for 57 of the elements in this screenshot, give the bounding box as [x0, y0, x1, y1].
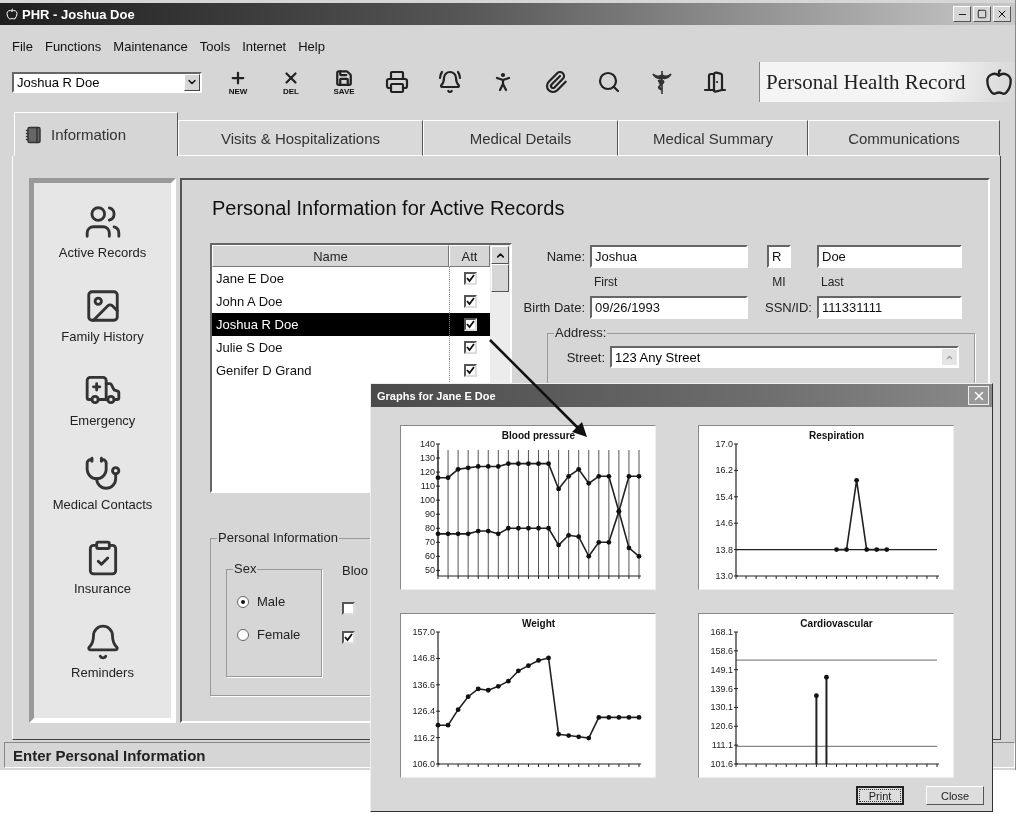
field-label: SSN/ID: [764, 300, 813, 315]
axis-tick-label: 168.1 [710, 627, 733, 637]
axis-tick-label: 140 [419, 439, 435, 449]
chart-title: Weight [521, 618, 556, 629]
option-label: Female [257, 627, 301, 642]
axis-tick-label: 16.2 [715, 465, 733, 476]
window-title: PHR - Joshua Doe [22, 6, 135, 22]
group-label: Personal Information [217, 530, 339, 545]
axis-tick-label: 13.8 [715, 544, 733, 555]
axis-tick-label: 17.0 [715, 439, 733, 449]
field-caption: MI [771, 275, 787, 289]
axis-tick-label: 136.6 [412, 679, 435, 690]
page-heading: Personal Information for Active Records [212, 196, 566, 220]
axis-tick-label: 14.6 [715, 518, 733, 529]
axis-tick-label: 120.6 [710, 721, 733, 732]
record-name: Jane E Doe [215, 271, 284, 286]
axis-tick-label: 158.6 [710, 645, 733, 656]
chart-title: Respiration [809, 430, 864, 441]
field-label: Name: [545, 249, 586, 264]
axis-tick-label: 130.1 [710, 702, 733, 713]
field-caption: Last [820, 275, 845, 289]
axis-tick-label: 149.1 [710, 664, 733, 675]
group-label: Bloo [342, 563, 369, 578]
axis-tick-label: 13.0 [715, 571, 733, 581]
axis-tick-label: 70 [425, 537, 435, 548]
record-name: John A Doe [215, 294, 283, 309]
brand-title: Personal Health Record [766, 69, 966, 95]
axis-tick-label: 50 [425, 565, 435, 576]
field-caption: First [593, 275, 619, 289]
group-label: Sex [233, 561, 258, 576]
dialog-title: Graphs for Jane E Doe [377, 389, 496, 402]
group-label: Address: [554, 325, 608, 340]
axis-tick-label: 130 [419, 453, 435, 464]
record-name: Joshua R Doe [215, 317, 299, 332]
record-name: Genifer D Grand [215, 363, 312, 378]
axis-tick-label: 120 [419, 467, 435, 478]
axis-tick-label: 80 [425, 523, 435, 534]
axis-tick-label: 116.2 [413, 732, 435, 743]
field-label: Birth Date: [522, 300, 586, 315]
axis-tick-label: 106.0 [412, 759, 435, 769]
option-label: Male [257, 594, 286, 609]
chart-title: Cardiovascular [800, 618, 873, 629]
axis-tick-label: 101.6 [710, 759, 733, 769]
axis-tick-label: 15.4 [715, 491, 733, 502]
status-text: Enter Personal Information [13, 746, 206, 764]
axis-tick-label: 157.0 [412, 627, 435, 637]
axis-tick-label: 139.6 [710, 683, 733, 694]
record-name: Julie S Doe [215, 340, 283, 355]
chart-title: Blood pressure [501, 430, 576, 441]
axis-tick-label: 111.1 [711, 740, 733, 751]
axis-tick-label: 146.8 [412, 653, 435, 664]
axis-tick-label: 60 [425, 551, 435, 562]
axis-tick-label: 90 [425, 509, 435, 520]
axis-tick-label: 126.4 [412, 706, 435, 717]
field-label: Street: [565, 349, 606, 365]
axis-tick-label: 100 [419, 495, 435, 506]
axis-tick-label: 110 [420, 481, 435, 492]
